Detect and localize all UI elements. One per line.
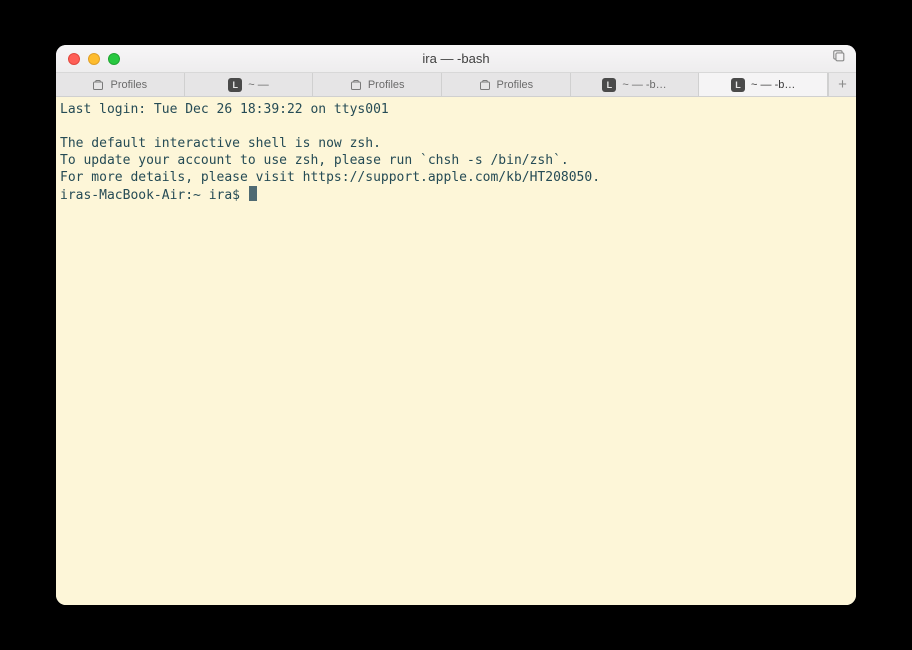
titlebar-right — [832, 49, 856, 68]
fullscreen-button[interactable] — [108, 53, 120, 65]
new-tab-button[interactable]: + — [828, 73, 856, 96]
tab-3[interactable]: Profiles — [313, 73, 442, 96]
tab-5[interactable]: L ~ — -b… — [571, 73, 700, 96]
traffic-lights — [56, 53, 120, 65]
plus-icon: + — [838, 76, 847, 93]
shell-badge-icon: L — [228, 78, 242, 92]
shell-badge-icon: L — [731, 78, 745, 92]
tab-label: ~ — -b… — [622, 79, 666, 91]
terminal-window: ira — -bash Profiles L ~ — [56, 45, 856, 605]
shell-badge-icon: L — [602, 78, 616, 92]
profiles-icon — [92, 79, 104, 91]
profiles-icon — [350, 79, 362, 91]
terminal-line: For more details, please visit https://s… — [60, 170, 600, 185]
tab-1[interactable]: Profiles — [56, 73, 185, 96]
titlebar: ira — -bash — [56, 45, 856, 73]
tab-2[interactable]: L ~ — — [185, 73, 314, 96]
tab-label: ~ — — [248, 79, 268, 91]
tab-label: Profiles — [497, 79, 534, 91]
minimize-button[interactable] — [88, 53, 100, 65]
tab-4[interactable]: Profiles — [442, 73, 571, 96]
tab-label: Profiles — [110, 79, 147, 91]
tab-bar: Profiles L ~ — Profiles — [56, 73, 856, 97]
tab-6[interactable]: L ~ — -b… — [699, 73, 828, 96]
terminal-content[interactable]: Last login: Tue Dec 26 18:39:22 on ttys0… — [56, 97, 856, 605]
terminal-line: Last login: Tue Dec 26 18:39:22 on ttys0… — [60, 102, 389, 117]
close-button[interactable] — [68, 53, 80, 65]
tab-label: ~ — -b… — [751, 79, 795, 91]
profiles-icon — [479, 79, 491, 91]
cursor — [249, 186, 257, 201]
terminal-line: To update your account to use zsh, pleas… — [60, 153, 569, 168]
tab-label: Profiles — [368, 79, 405, 91]
terminal-prompt: iras-MacBook-Air:~ ira$ — [60, 188, 248, 203]
window-title: ira — -bash — [56, 51, 856, 66]
tabs-overview-icon[interactable] — [832, 49, 846, 68]
terminal-line: The default interactive shell is now zsh… — [60, 136, 381, 151]
